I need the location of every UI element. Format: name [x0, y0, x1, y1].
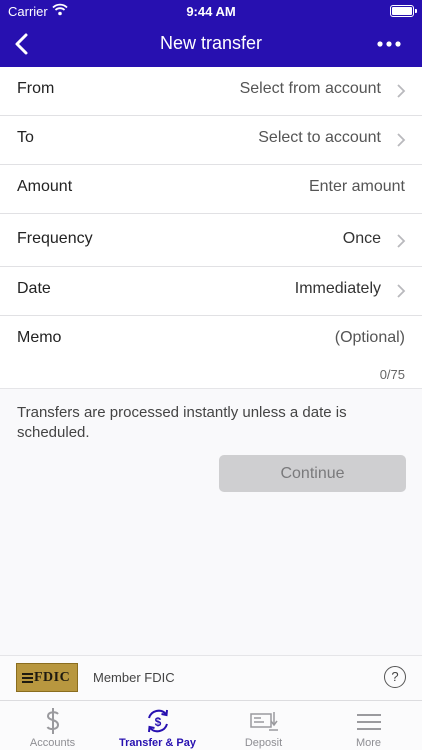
tab-label: Transfer & Pay	[118, 737, 197, 749]
memo-row[interactable]: Memo (Optional) 0/75	[0, 316, 422, 387]
tab-label: More	[355, 737, 382, 749]
frequency-value: Once	[342, 230, 381, 247]
help-icon[interactable]: ?	[384, 666, 406, 688]
tab-label: Accounts	[29, 737, 76, 749]
tab-transfer-pay[interactable]: $ Transfer & Pay	[105, 701, 210, 750]
clock: 9:44 AM	[186, 4, 236, 19]
memo-input[interactable]: (Optional)	[335, 329, 405, 347]
app-header: Carrier 9:44 AM New transfer	[0, 0, 422, 67]
chevron-right-icon	[397, 234, 406, 248]
amount-row[interactable]: Amount Enter amount	[0, 165, 422, 214]
transfer-form: From Select from account To Select to ac…	[0, 67, 422, 387]
to-label: To	[17, 129, 34, 146]
from-row[interactable]: From Select from account	[0, 67, 422, 116]
date-label: Date	[17, 280, 51, 297]
tab-label: Deposit	[244, 737, 283, 749]
info-section: Transfers are processed instantly unless…	[0, 388, 422, 655]
frequency-row[interactable]: Frequency Once	[0, 214, 422, 267]
status-bar: Carrier 9:44 AM	[0, 0, 422, 22]
date-row[interactable]: Date Immediately	[0, 267, 422, 316]
continue-button[interactable]: Continue	[219, 455, 406, 492]
deposit-check-icon	[250, 712, 278, 731]
amount-label: Amount	[17, 178, 73, 195]
tab-accounts[interactable]: Accounts	[0, 701, 105, 750]
menu-icon	[357, 714, 381, 730]
memo-label: Memo	[17, 329, 62, 346]
fdic-bar: FDIC Member FDIC ?	[0, 655, 422, 700]
amount-input[interactable]: Enter amount	[309, 178, 405, 196]
more-dots-icon[interactable]	[376, 40, 402, 48]
from-value: Select from account	[239, 80, 381, 97]
tab-bar: Accounts $ Transfer & Pay Deposit More	[0, 700, 422, 750]
transfer-icon: $	[148, 709, 168, 733]
info-text: Transfers are processed instantly unless…	[17, 404, 347, 441]
to-row[interactable]: To Select to account	[0, 116, 422, 165]
tab-more[interactable]: More	[316, 701, 421, 750]
from-label: From	[17, 80, 55, 97]
fdic-logo: FDIC	[16, 663, 78, 692]
member-fdic-text: Member FDIC	[93, 670, 175, 685]
to-value: Select to account	[258, 129, 381, 146]
date-value: Immediately	[294, 280, 381, 297]
chevron-right-icon	[397, 84, 406, 98]
chevron-right-icon	[397, 284, 406, 298]
tab-deposit[interactable]: Deposit	[211, 701, 316, 750]
frequency-label: Frequency	[17, 230, 93, 247]
page-title: New transfer	[159, 33, 263, 53]
chevron-right-icon	[397, 133, 406, 147]
memo-char-counter: 0/75	[379, 367, 405, 382]
dollar-icon	[46, 708, 60, 734]
battery-icon	[390, 5, 417, 17]
svg-text:$: $	[155, 715, 162, 729]
